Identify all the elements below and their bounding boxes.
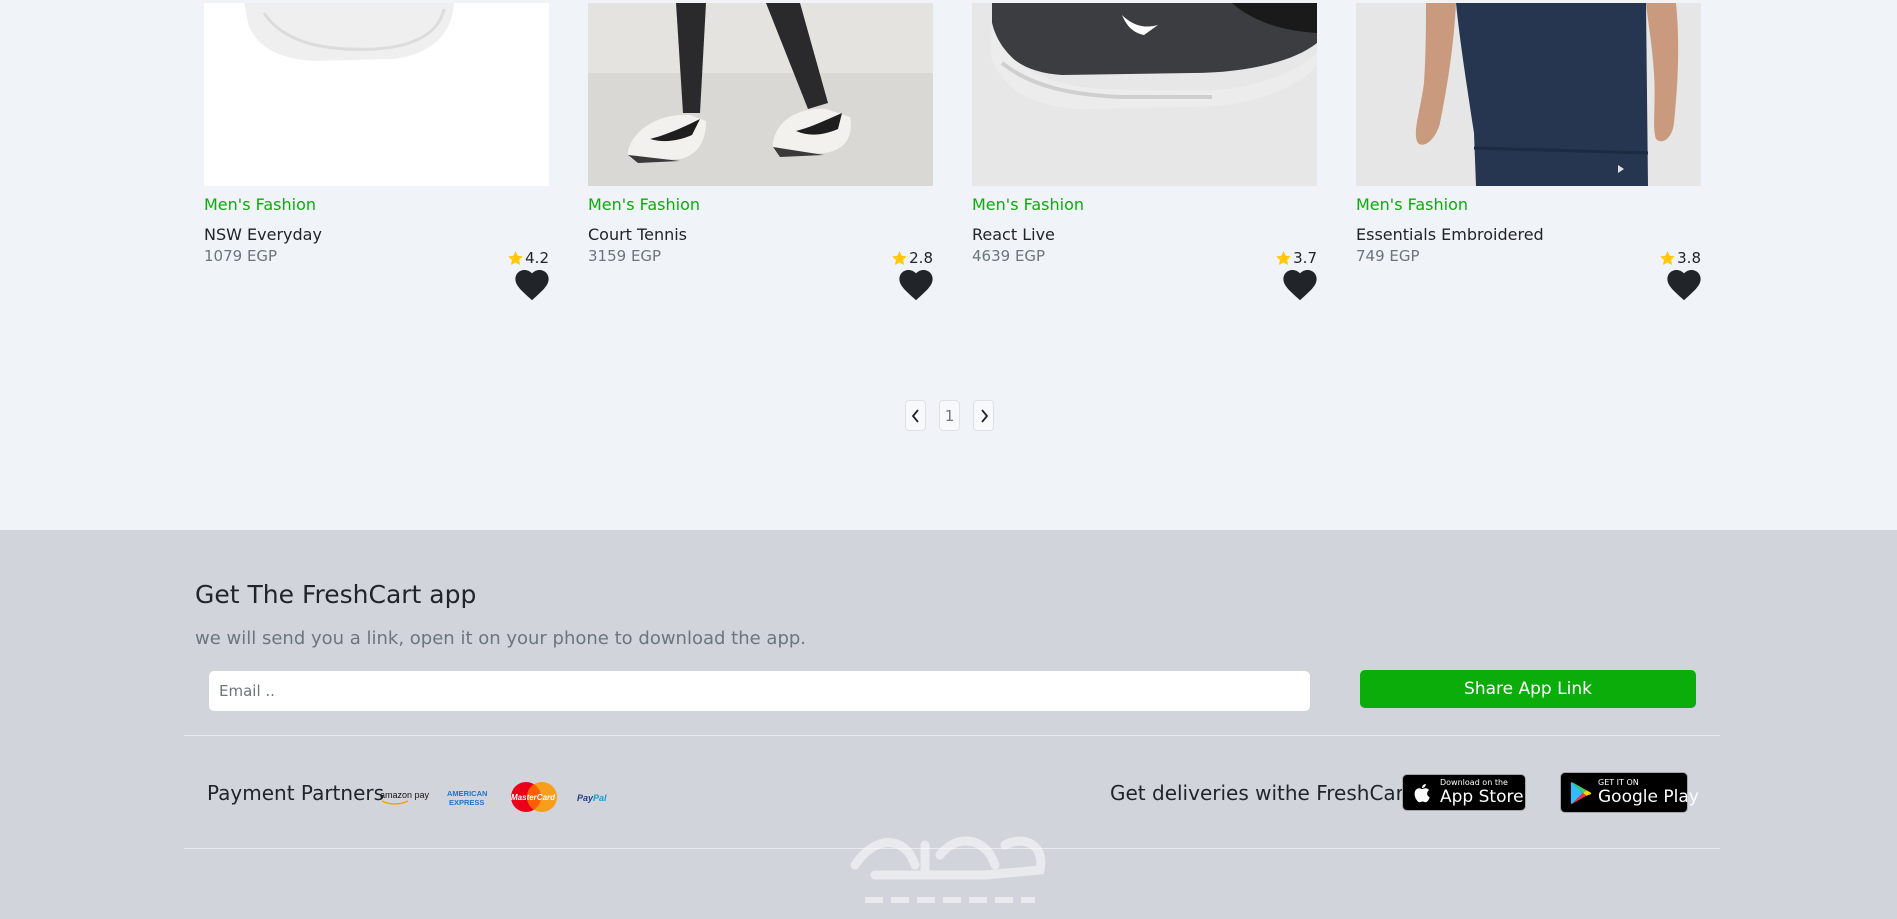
product-image[interactable] — [1356, 3, 1701, 186]
amazon-pay-logo-text: amazon pay — [380, 790, 430, 800]
product-name[interactable]: NSW Everyday — [204, 225, 322, 244]
google-play-badge[interactable]: GET IT ON Google Play — [1560, 772, 1699, 813]
product-card[interactable]: Men's Fashion NSW Everyday 1079 EGP 4.2 — [204, 0, 549, 301]
product-grid: Men's Fashion NSW Everyday 1079 EGP 4.2 — [204, 0, 1701, 301]
footer-divider — [184, 848, 1720, 849]
product-category[interactable]: Men's Fashion — [972, 195, 1084, 214]
svg-text:EXPRESS: EXPRESS — [449, 798, 484, 807]
previous-page-button[interactable] — [905, 400, 926, 431]
pagination: 1 — [905, 400, 994, 431]
star-icon — [1659, 250, 1676, 267]
wishlist-heart-icon[interactable] — [1667, 270, 1701, 301]
page-number-button[interactable]: 1 — [939, 400, 960, 431]
svg-text:MasterCard: MasterCard — [511, 793, 556, 802]
american-express-logo: AMERICAN EXPRESS — [447, 786, 493, 810]
product-rating: 2.8 — [891, 249, 933, 267]
product-price: 749 EGP — [1356, 247, 1420, 265]
wishlist-heart-icon[interactable] — [515, 270, 549, 301]
product-price: 1079 EGP — [204, 247, 278, 265]
product-name[interactable]: React Live — [972, 225, 1055, 244]
rating-value: 3.7 — [1293, 249, 1317, 267]
product-rating: 3.7 — [1275, 249, 1317, 267]
google-play-icon — [1570, 781, 1592, 804]
amazon-pay-logo: amazon pay — [380, 788, 432, 808]
next-page-button[interactable] — [973, 400, 994, 431]
product-image[interactable] — [972, 3, 1317, 186]
product-category[interactable]: Men's Fashion — [204, 195, 316, 214]
product-rating: 4.2 — [507, 249, 549, 267]
wishlist-heart-icon[interactable] — [899, 270, 933, 301]
paypal-logo: PayPal — [576, 788, 620, 806]
apple-icon — [1414, 783, 1430, 802]
star-icon — [891, 250, 908, 267]
email-input[interactable] — [208, 670, 1311, 712]
star-icon — [1275, 250, 1292, 267]
rating-value: 3.8 — [1677, 249, 1701, 267]
product-rating: 3.8 — [1659, 249, 1701, 267]
app-store-small-text: Download on the — [1440, 778, 1508, 787]
product-card[interactable]: Men's Fashion React Live 4639 EGP 3.7 — [972, 0, 1317, 301]
footer-divider — [184, 735, 1720, 736]
product-category[interactable]: Men's Fashion — [1356, 195, 1468, 214]
product-card[interactable]: Men's Fashion Essentials Embroidered 749… — [1356, 0, 1701, 301]
chevron-left-icon — [911, 408, 919, 423]
footer: Get The FreshCart app we will send you a… — [0, 530, 1897, 919]
mastercard-logo: MasterCard — [509, 781, 559, 813]
star-icon — [507, 250, 524, 267]
product-price: 3159 EGP — [588, 247, 662, 265]
footer-subtitle: we will send you a link, open it on your… — [195, 628, 807, 649]
google-play-small-text: GET IT ON — [1598, 778, 1639, 787]
chevron-right-icon — [980, 408, 988, 423]
google-play-big-text: Google Play — [1598, 787, 1699, 807]
rating-value: 4.2 — [525, 249, 549, 267]
app-store-big-text: App Store — [1440, 787, 1524, 807]
product-price: 4639 EGP — [972, 247, 1046, 265]
product-image[interactable] — [204, 3, 549, 186]
app-store-badge[interactable]: Download on the App Store — [1402, 774, 1526, 811]
deliveries-label: Get deliveries withe FreshCart — [1110, 781, 1412, 805]
product-category[interactable]: Men's Fashion — [588, 195, 700, 214]
product-name[interactable]: Court Tennis — [588, 225, 687, 244]
wishlist-heart-icon[interactable] — [1283, 270, 1317, 301]
svg-text:PayPal: PayPal — [577, 793, 607, 803]
payment-partners-label: Payment Partners — [207, 781, 385, 805]
rating-value: 2.8 — [909, 249, 933, 267]
svg-text:AMERICAN: AMERICAN — [447, 789, 487, 798]
share-app-link-button[interactable]: Share App Link — [1360, 670, 1696, 708]
product-image[interactable] — [588, 3, 933, 186]
product-name[interactable]: Essentials Embroidered — [1356, 225, 1544, 244]
product-card[interactable]: Men's Fashion Court Tennis 3159 EGP 2.8 — [588, 0, 933, 301]
watermark-logo — [850, 836, 1046, 903]
footer-title: Get The FreshCart app — [195, 580, 477, 609]
